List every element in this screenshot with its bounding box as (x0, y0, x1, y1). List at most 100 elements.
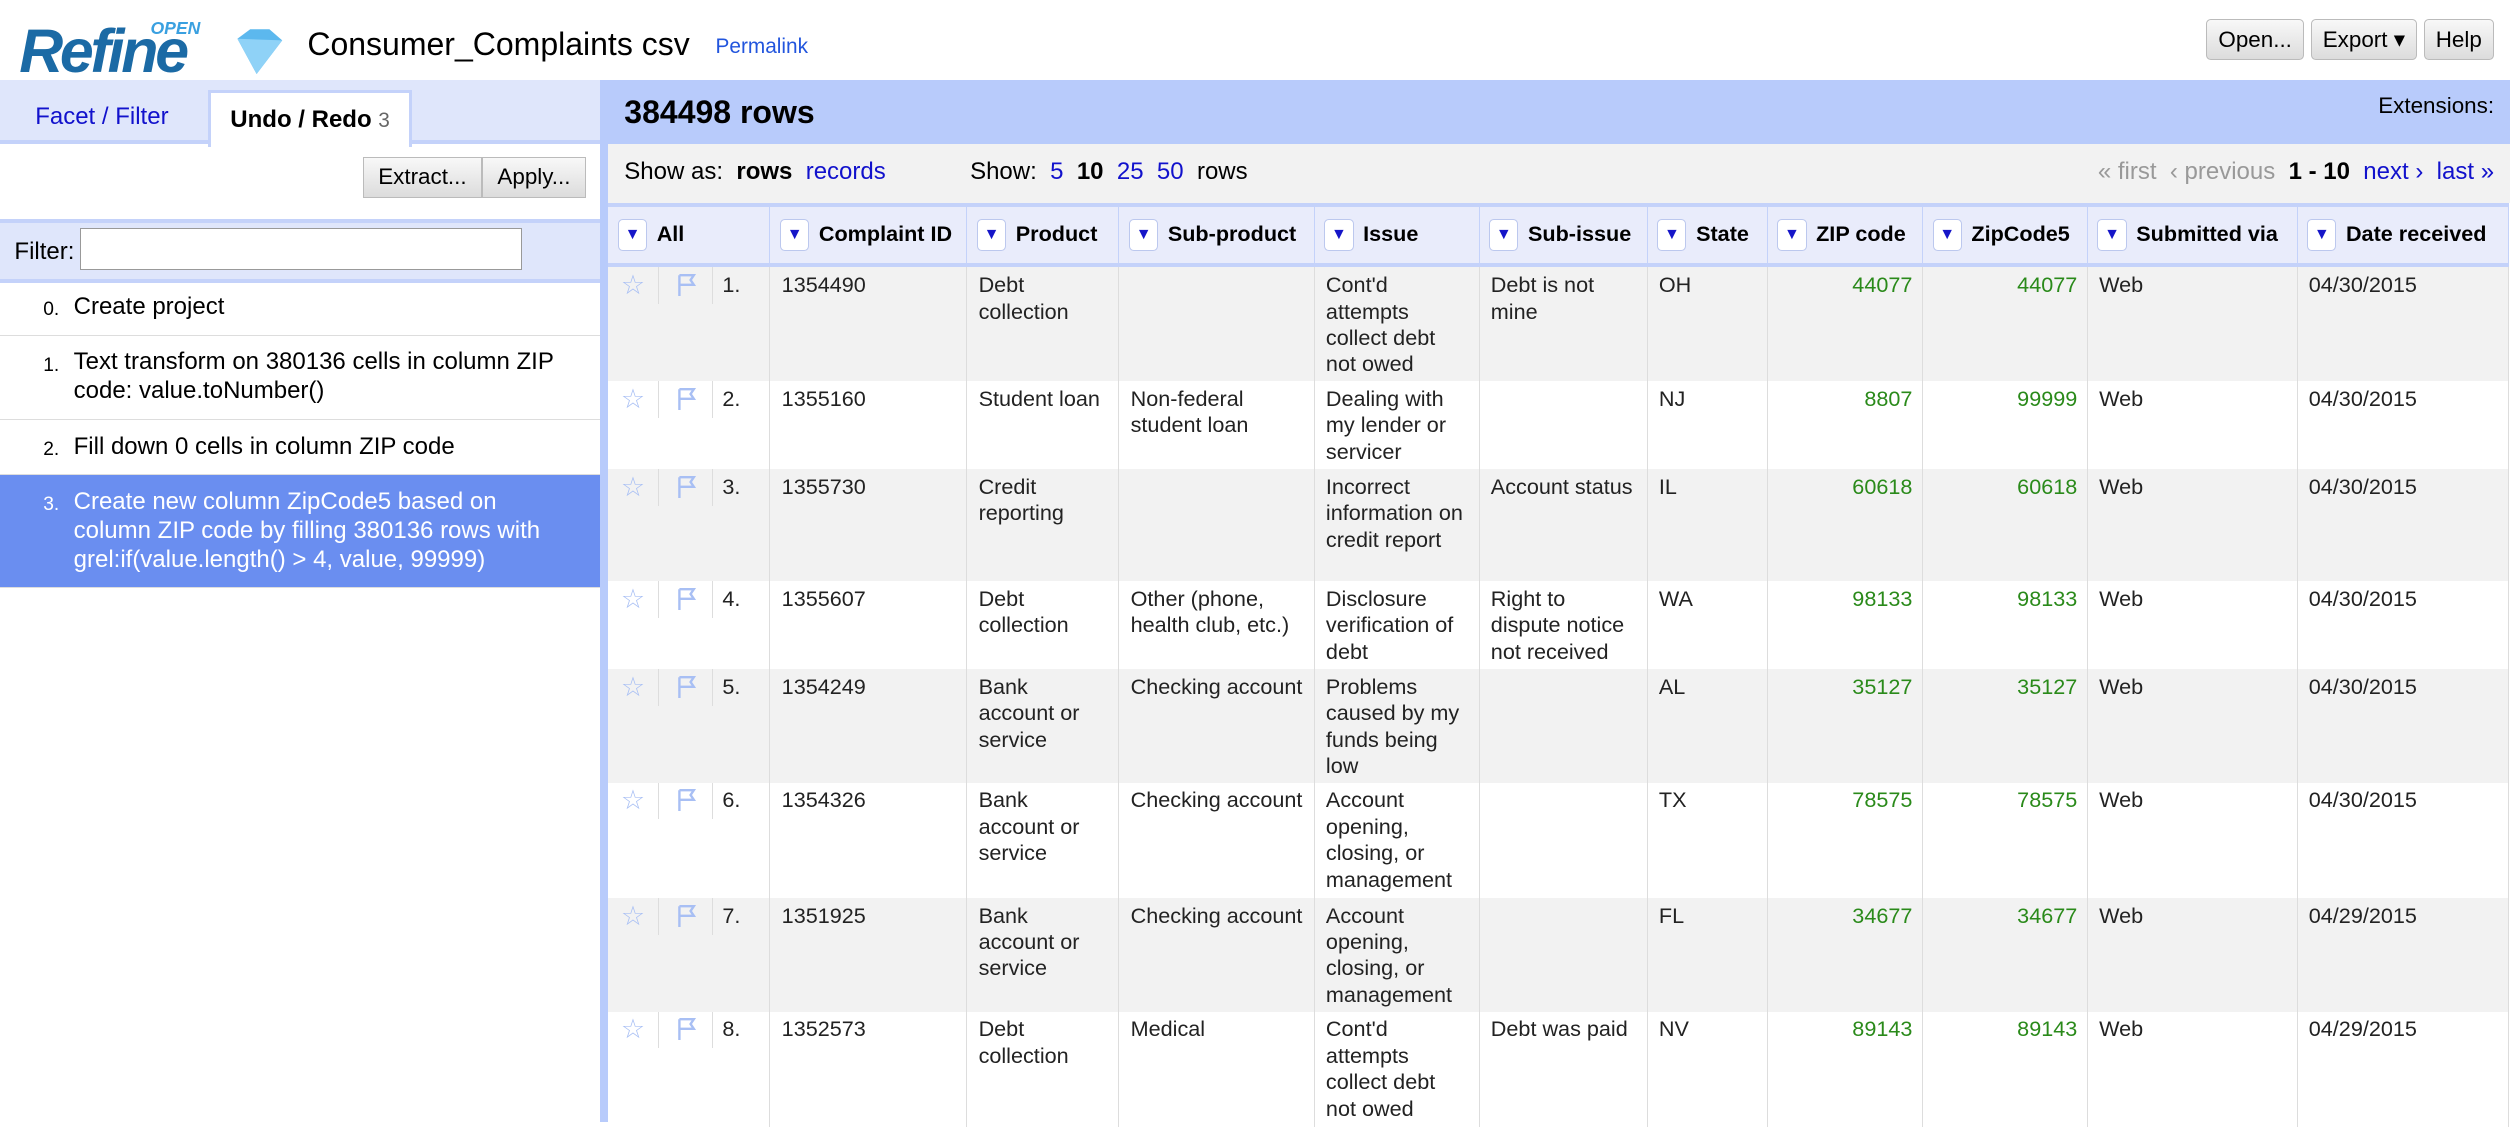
table-cell[interactable]: Account opening, closing, or management (1314, 897, 1480, 1012)
table-cell[interactable]: Bank account or service (966, 897, 1120, 1012)
page-size-5[interactable]: 5 (1050, 158, 1063, 185)
table-cell[interactable]: 04/29/2015 (2297, 1011, 2509, 1127)
column-menu-dropdown-icon[interactable]: ▼ (976, 219, 1007, 252)
table-cell[interactable]: Account opening, closing, or management (1314, 782, 1480, 898)
last-page-link[interactable]: last » (2437, 158, 2494, 185)
flag-icon[interactable] (659, 897, 713, 935)
history-item[interactable]: 2. Fill down 0 cells in column ZIP code (0, 420, 601, 476)
table-cell[interactable]: 04/30/2015 (2297, 669, 2509, 783)
table-cell[interactable]: 78575 (1767, 782, 1923, 898)
table-cell[interactable]: Web (2087, 380, 2298, 469)
column-menu-dropdown-icon[interactable]: ▼ (1932, 219, 1962, 252)
column-menu-dropdown-icon[interactable]: ▼ (2307, 219, 2337, 252)
table-cell[interactable]: Checking account (1118, 669, 1315, 783)
table-cell[interactable]: 04/30/2015 (2297, 468, 2509, 581)
table-cell[interactable]: 1355607 (769, 580, 968, 670)
column-menu-dropdown-icon[interactable]: ▼ (1777, 219, 1807, 252)
table-cell[interactable]: Checking account (1118, 897, 1315, 1012)
table-cell[interactable]: Other (phone, health club, etc.) (1118, 580, 1315, 670)
table-cell[interactable]: 60618 (1767, 468, 1923, 581)
openrefine-logo[interactable]: Refine OPEN (19, 13, 283, 85)
flag-icon[interactable] (659, 267, 713, 305)
table-cell[interactable]: 1351925 (769, 897, 968, 1012)
table-cell[interactable]: 89143 (1922, 1011, 2088, 1127)
panel-resizer[interactable] (600, 80, 609, 1123)
project-title[interactable]: Consumer_Complaints csv (307, 26, 689, 63)
history-item[interactable]: 1. Text transform on 380136 cells in colu… (0, 336, 601, 420)
table-cell[interactable]: Dealing with my lender or servicer (1314, 380, 1480, 469)
show-as-records-link[interactable]: records (806, 158, 886, 185)
table-cell[interactable]: 8807 (1767, 380, 1923, 469)
column-menu-dropdown-icon[interactable]: ▼ (1657, 219, 1687, 252)
column-menu-dropdown-icon[interactable]: ▼ (1129, 219, 1159, 252)
star-icon[interactable]: ☆ (608, 1011, 659, 1049)
table-cell[interactable]: Debt is not mine (1479, 265, 1648, 381)
table-cell[interactable]: Cont'd attempts collect debt not owed (1314, 1011, 1480, 1127)
column-menu-dropdown-icon[interactable]: ▼ (1489, 219, 1519, 252)
table-cell[interactable]: Checking account (1118, 782, 1315, 898)
table-cell[interactable] (1118, 468, 1315, 581)
table-cell[interactable]: Web (2087, 265, 2298, 381)
table-cell[interactable]: 89143 (1767, 1011, 1923, 1127)
table-cell[interactable]: NV (1647, 1011, 1768, 1127)
open-button[interactable]: Open... (2206, 19, 2305, 60)
star-icon[interactable]: ☆ (608, 380, 659, 418)
table-cell[interactable]: 04/30/2015 (2297, 380, 2509, 469)
star-icon[interactable]: ☆ (608, 267, 659, 305)
export-button[interactable]: Export ▾ (2310, 19, 2418, 60)
table-cell[interactable]: 1354326 (769, 782, 968, 898)
permalink-link[interactable]: Permalink (716, 35, 808, 59)
column-menu-dropdown-icon[interactable]: ▼ (1324, 219, 1354, 252)
help-button[interactable]: Help (2423, 19, 2495, 60)
table-cell[interactable]: OH (1647, 265, 1768, 381)
table-cell[interactable]: 34677 (1767, 897, 1923, 1012)
table-cell[interactable] (1479, 897, 1648, 1012)
table-cell[interactable]: Right to dispute notice not received (1479, 580, 1648, 670)
table-cell[interactable]: Debt collection (966, 265, 1120, 381)
table-cell[interactable]: Credit reporting (966, 468, 1120, 581)
table-cell[interactable]: TX (1647, 782, 1768, 898)
table-cell[interactable]: 35127 (1922, 669, 2088, 783)
table-cell[interactable]: 35127 (1767, 669, 1923, 783)
table-cell[interactable]: Debt collection (966, 1011, 1120, 1127)
table-cell[interactable]: Cont'd attempts collect debt not owed (1314, 265, 1480, 381)
flag-icon[interactable] (659, 669, 713, 706)
table-cell[interactable] (1479, 669, 1648, 783)
table-cell[interactable]: 99999 (1922, 380, 2088, 469)
table-cell[interactable]: 1354249 (769, 669, 968, 783)
star-icon[interactable]: ☆ (608, 782, 659, 820)
table-cell[interactable] (1479, 380, 1648, 469)
table-cell[interactable]: Medical (1118, 1011, 1315, 1127)
extract-button[interactable]: Extract... (362, 156, 483, 198)
table-cell[interactable] (1479, 782, 1648, 898)
table-cell[interactable]: Debt was paid (1479, 1011, 1648, 1127)
star-icon[interactable]: ☆ (608, 468, 659, 506)
page-size-50[interactable]: 50 (1157, 158, 1184, 185)
history-item[interactable]: 0. Create project (0, 280, 601, 336)
filter-input[interactable] (80, 228, 522, 270)
table-cell[interactable]: FL (1647, 897, 1768, 1012)
column-menu-dropdown-icon[interactable]: ▼ (2097, 219, 2127, 252)
table-cell[interactable]: 60618 (1922, 468, 2088, 581)
column-menu-dropdown-icon[interactable]: ▼ (780, 219, 810, 252)
table-cell[interactable]: Problems caused by my funds being low (1314, 669, 1480, 783)
table-cell[interactable]: 98133 (1922, 580, 2088, 670)
table-cell[interactable]: 04/30/2015 (2297, 580, 2509, 670)
next-page-link[interactable]: next › (2363, 158, 2423, 185)
table-cell[interactable]: 1355730 (769, 468, 968, 581)
column-menu-dropdown-icon[interactable]: ▼ (617, 219, 648, 252)
table-cell[interactable]: 44077 (1922, 265, 2088, 381)
table-cell[interactable]: 04/29/2015 (2297, 897, 2509, 1012)
table-cell[interactable]: Web (2087, 1011, 2298, 1127)
table-cell[interactable]: Bank account or service (966, 669, 1120, 783)
table-cell[interactable]: Disclosure verification of debt (1314, 580, 1480, 670)
table-cell[interactable]: 1354490 (769, 265, 968, 381)
tab-undo-redo[interactable]: Undo / Redo 3 (208, 89, 413, 148)
table-cell[interactable]: Web (2087, 897, 2298, 1012)
table-cell[interactable]: Web (2087, 782, 2298, 898)
flag-icon[interactable] (659, 468, 713, 506)
tab-facet-filter[interactable]: Facet / Filter (16, 90, 188, 144)
table-cell[interactable]: Web (2087, 580, 2298, 670)
page-size-25[interactable]: 25 (1117, 158, 1144, 185)
flag-icon[interactable] (659, 1011, 713, 1049)
